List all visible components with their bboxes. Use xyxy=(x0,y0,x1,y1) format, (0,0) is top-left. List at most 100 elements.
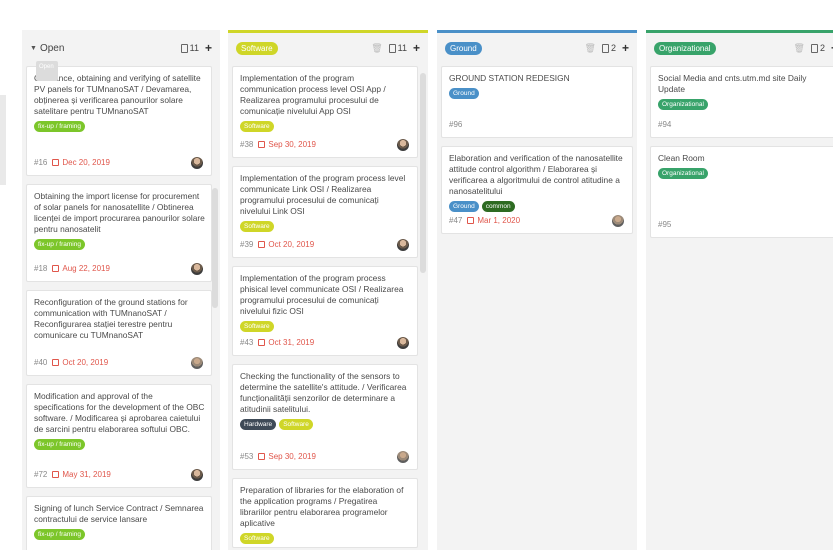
due-date: Dec 20, 2019 xyxy=(52,158,110,167)
label-badge[interactable]: Hardware xyxy=(240,419,277,430)
label-badge[interactable]: Ground xyxy=(449,201,479,212)
column-title[interactable]: Ground xyxy=(445,41,482,55)
issue-card[interactable]: Obtaining the import license for procure… xyxy=(26,184,212,282)
label-badge[interactable]: common xyxy=(481,201,515,212)
column-title[interactable]: ▼ Open xyxy=(30,43,64,54)
column-label[interactable]: Software xyxy=(236,41,278,55)
trash-icon[interactable]: 🗑 xyxy=(371,43,382,54)
issue-card[interactable]: Clean Room Organizational #95 xyxy=(650,146,833,238)
issue-card[interactable]: Preparation of libraries for the elabora… xyxy=(232,478,418,548)
issue-title[interactable]: Obtaining the import license for procure… xyxy=(34,191,205,235)
issue-meta: #16 Dec 20, 2019 xyxy=(34,158,110,167)
column-header: ▼ Open 11 + xyxy=(22,33,220,63)
issue-title[interactable]: Reconfiguration of the ground stations f… xyxy=(34,297,205,341)
issue-card[interactable]: Implementation of the program process le… xyxy=(232,166,418,258)
issue-title[interactable]: Clean Room xyxy=(658,153,829,164)
issue-labels: fix-up / framing xyxy=(34,439,205,450)
issue-meta: #53 Sep 30, 2019 xyxy=(240,452,316,461)
add-issue-button[interactable]: + xyxy=(413,41,420,55)
issue-title[interactable]: Checking the functionality of the sensor… xyxy=(240,371,411,415)
label-badge[interactable]: Software xyxy=(240,221,274,232)
label-badge[interactable]: Software xyxy=(240,321,274,332)
trash-icon[interactable]: 🗑 xyxy=(585,43,596,54)
issue-card[interactable]: Signing of lunch Service Contract / Semn… xyxy=(26,496,212,550)
calendar-icon xyxy=(52,359,60,366)
issue-card[interactable]: Checking the functionality of the sensor… xyxy=(232,364,418,470)
issue-labels: fix-up / framing xyxy=(34,529,205,540)
issue-id[interactable]: #96 xyxy=(449,120,462,129)
assignee-avatar[interactable] xyxy=(397,337,409,349)
issue-title[interactable]: Elaboration and verification of the nano… xyxy=(449,153,626,197)
issue-id[interactable]: #53 xyxy=(240,452,253,461)
column-label[interactable]: Organizational xyxy=(654,41,716,55)
issue-id[interactable]: #40 xyxy=(34,358,47,367)
issue-id[interactable]: #39 xyxy=(240,240,253,249)
column-title[interactable]: Software xyxy=(236,41,278,55)
trash-icon[interactable]: 🗑 xyxy=(794,43,805,54)
issue-meta: #47 Mar 1, 2020 xyxy=(449,216,520,225)
assignee-avatar[interactable] xyxy=(397,451,409,463)
issue-meta: #39 Oct 20, 2019 xyxy=(240,240,314,249)
label-badge[interactable]: Software xyxy=(279,419,313,430)
issue-title[interactable]: Modification and approval of the specifi… xyxy=(34,391,205,435)
issue-card[interactable]: Reconfiguration of the ground stations f… xyxy=(26,290,212,376)
label-badge[interactable]: Ground xyxy=(449,88,479,99)
issue-card[interactable]: Implementation of the program process ph… xyxy=(232,266,418,356)
issue-id[interactable]: #38 xyxy=(240,140,253,149)
issue-title[interactable]: Implementation of the program communicat… xyxy=(240,73,411,117)
issue-title[interactable]: Social Media and cnts.utm.md site Daily … xyxy=(658,73,829,95)
column-label[interactable]: Ground xyxy=(445,41,482,55)
assignee-avatar[interactable] xyxy=(191,357,203,369)
due-date: Aug 22, 2019 xyxy=(52,264,110,273)
issue-labels: fix-up / framing xyxy=(34,239,205,250)
label-badge[interactable]: Organizational xyxy=(658,99,708,110)
assignee-avatar[interactable] xyxy=(397,239,409,251)
issue-id[interactable]: #16 xyxy=(34,158,47,167)
issue-id[interactable]: #47 xyxy=(449,216,462,225)
due-date: Sep 30, 2019 xyxy=(258,140,316,149)
label-badge[interactable]: Software xyxy=(240,121,274,132)
issue-card[interactable]: Modification and approval of the specifi… xyxy=(26,384,212,488)
issue-count-value: 11 xyxy=(189,43,199,53)
assignee-avatar[interactable] xyxy=(397,139,409,151)
label-badge[interactable]: fix-up / framing xyxy=(34,529,85,540)
issue-card[interactable]: Social Media and cnts.utm.md site Daily … xyxy=(650,66,833,138)
issue-card[interactable]: GROUND STATION REDESIGN Ground #96 xyxy=(441,66,633,138)
column-header: Ground 🗑 2 + xyxy=(437,33,637,63)
add-issue-button[interactable]: + xyxy=(205,41,212,55)
issue-card[interactable]: Elaboration and verification of the nano… xyxy=(441,146,633,234)
label-badge[interactable]: fix-up / framing xyxy=(34,239,85,250)
issue-title[interactable]: Clearance, obtaining and verifying of sa… xyxy=(34,73,205,117)
calendar-icon xyxy=(258,453,266,460)
issue-id[interactable]: #95 xyxy=(658,220,671,229)
label-badge[interactable]: Organizational xyxy=(658,168,708,179)
chevron-down-icon[interactable]: ▼ xyxy=(30,45,37,52)
scrollbar[interactable] xyxy=(420,73,426,273)
issue-id[interactable]: #94 xyxy=(658,120,671,129)
add-issue-button[interactable]: + xyxy=(622,41,629,55)
issue-id[interactable]: #43 xyxy=(240,338,253,347)
issue-title[interactable]: Preparation of libraries for the elabora… xyxy=(240,485,411,529)
assignee-avatar[interactable] xyxy=(191,469,203,481)
assignee-avatar[interactable] xyxy=(191,263,203,275)
tooltip: Open xyxy=(36,61,58,81)
assignee-avatar[interactable] xyxy=(612,215,624,227)
issue-card[interactable]: Clearance, obtaining and verifying of sa… xyxy=(26,66,212,176)
scrollbar[interactable] xyxy=(212,188,218,308)
issue-id[interactable]: #72 xyxy=(34,470,47,479)
issue-title[interactable]: Implementation of the program process le… xyxy=(240,173,411,217)
column-title[interactable]: Organizational xyxy=(654,41,716,55)
issue-id[interactable]: #18 xyxy=(34,264,47,273)
issue-title[interactable]: Signing of lunch Service Contract / Semn… xyxy=(34,503,205,525)
label-badge[interactable]: fix-up / framing xyxy=(34,121,85,132)
issue-title[interactable]: GROUND STATION REDESIGN xyxy=(449,73,626,84)
due-date: Mar 1, 2020 xyxy=(467,216,520,225)
issue-title[interactable]: Implementation of the program process ph… xyxy=(240,273,411,317)
label-badge[interactable]: fix-up / framing xyxy=(34,439,85,450)
issue-card[interactable]: Implementation of the program communicat… xyxy=(232,66,418,158)
calendar-icon xyxy=(52,159,60,166)
calendar-icon xyxy=(52,265,60,272)
assignee-avatar[interactable] xyxy=(191,157,203,169)
column-software: Software 🗑 11 + Implementation of the pr… xyxy=(228,30,428,550)
label-badge[interactable]: Software xyxy=(240,533,274,544)
